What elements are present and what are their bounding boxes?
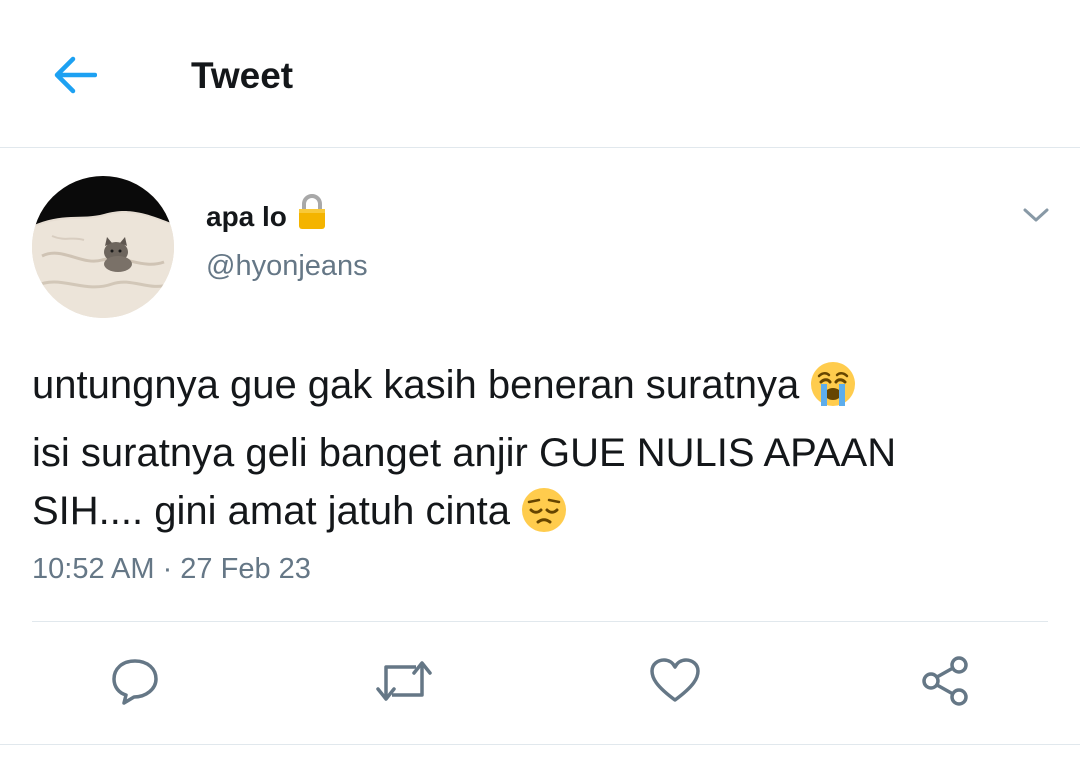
like-icon xyxy=(650,658,700,702)
tweet-timestamp[interactable]: 10:52 AM · 27 Feb 23 xyxy=(32,550,311,588)
avatar-image xyxy=(32,176,174,318)
loudly-crying-face-icon xyxy=(809,360,857,424)
divider xyxy=(32,621,1048,622)
back-button[interactable] xyxy=(46,50,102,100)
like-button[interactable] xyxy=(640,650,710,712)
chevron-down-icon xyxy=(1023,208,1049,222)
lock-icon xyxy=(297,194,327,239)
arrow-left-icon xyxy=(54,56,97,94)
action-bar xyxy=(0,650,1080,720)
tweet-text-line: untungnya gue gak kasih beneran suratnya xyxy=(32,356,1042,424)
more-options-button[interactable] xyxy=(1016,200,1056,230)
tweet-text: untungnya gue gak kasih beneran suratnya… xyxy=(32,356,1042,550)
retweet-button[interactable] xyxy=(369,650,439,712)
page-title: Tweet xyxy=(191,55,294,96)
retweet-icon xyxy=(376,661,432,701)
share-icon xyxy=(922,656,968,706)
app-header: Tweet xyxy=(0,0,1080,148)
reply-button[interactable] xyxy=(100,650,170,712)
author-name-row[interactable]: apa lo xyxy=(206,194,327,239)
display-name[interactable]: apa lo xyxy=(206,199,287,235)
avatar[interactable] xyxy=(32,176,174,318)
share-button[interactable] xyxy=(910,650,980,712)
author-handle[interactable]: @hyonjeans xyxy=(206,248,368,284)
reply-icon xyxy=(112,659,158,705)
pensive-face-icon xyxy=(520,486,568,550)
tweet-text-line: SIH.... gini amat jatuh cinta xyxy=(32,482,1042,550)
tweet-text-line: isi suratnya geli banget anjir GUE NULIS… xyxy=(32,431,897,475)
divider xyxy=(0,744,1080,745)
